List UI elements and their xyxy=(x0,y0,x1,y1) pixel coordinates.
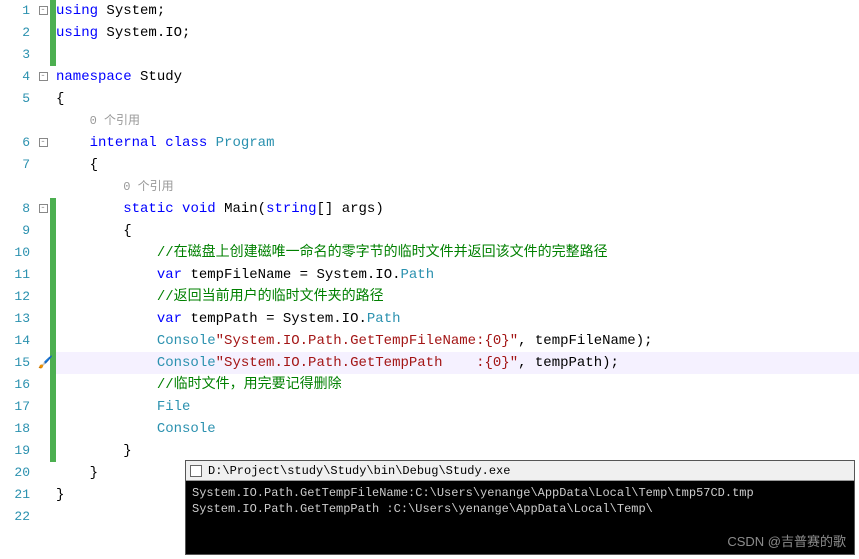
console-titlebar[interactable]: D:\Project\study\Study\bin\Debug\Study.e… xyxy=(186,461,854,481)
keyword: using xyxy=(56,25,98,41)
comment: //在磁盘上创建磁唯一命名的零字节的临时文件并返回该文件的完整路径 xyxy=(157,245,608,261)
fold-column: - - - - xyxy=(36,0,50,559)
fold-toggle-icon[interactable]: - xyxy=(39,138,48,147)
codelens-reference[interactable]: 0 个引用 xyxy=(123,180,173,194)
keyword: using xyxy=(56,3,98,19)
fold-toggle-icon[interactable]: - xyxy=(39,72,48,81)
keyword: namespace xyxy=(56,69,132,85)
comment: //临时文件，用完要记得删除 xyxy=(157,377,342,393)
console-output: System.IO.Path.GetTempFileName:C:\Users\… xyxy=(186,481,854,521)
comment: //返回当前用户的临时文件夹的路径 xyxy=(157,289,384,305)
fold-toggle-icon[interactable]: - xyxy=(39,204,48,213)
watermark: CSDN @吉普赛的歌 xyxy=(727,531,846,550)
app-icon xyxy=(190,465,202,477)
console-title: D:\Project\study\Study\bin\Debug\Study.e… xyxy=(208,461,510,481)
line-number-gutter: 1 2 3 4 5 6 7 8 9 10 11 12 13 14 🖌️15 16… xyxy=(0,0,36,559)
current-line: Console"System.IO.Path.GetTempPath :{0}"… xyxy=(56,352,859,374)
codelens-reference[interactable]: 0 个引用 xyxy=(90,114,140,128)
console-window: D:\Project\study\Study\bin\Debug\Study.e… xyxy=(185,460,855,555)
fold-toggle-icon[interactable]: - xyxy=(39,6,48,15)
